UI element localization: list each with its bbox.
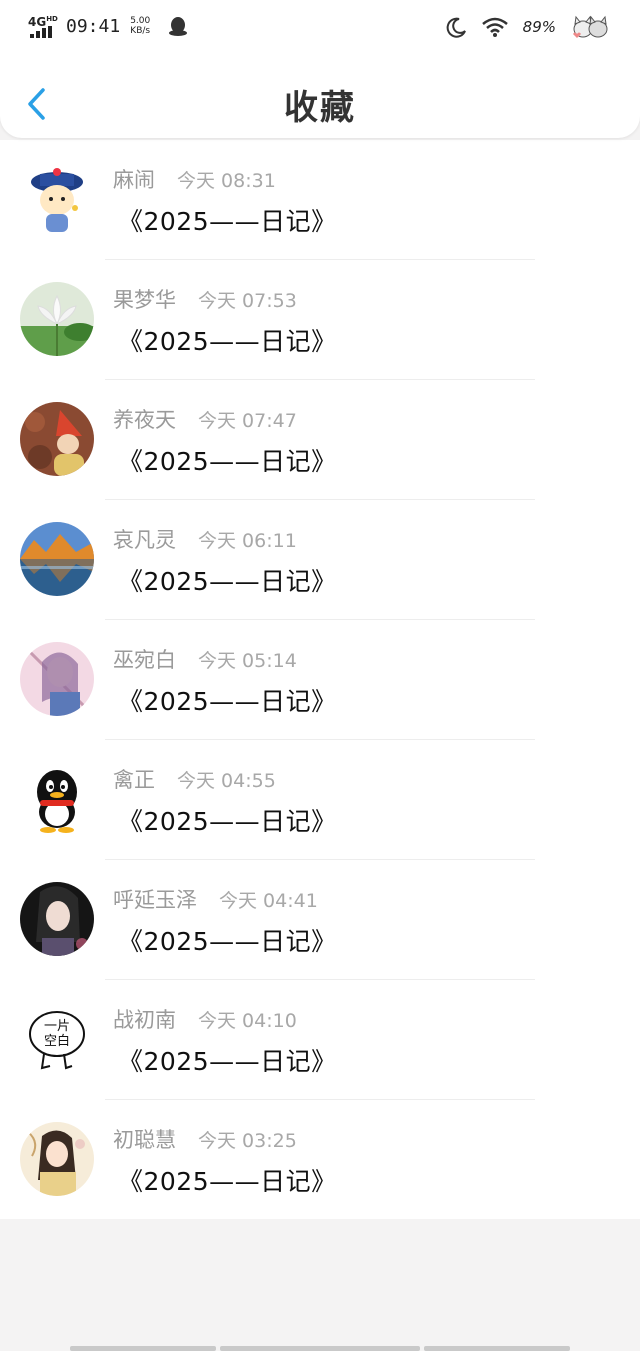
user-name: 麻闹 [113, 168, 155, 192]
cartoon-official-avatar[interactable] [20, 162, 94, 236]
user-name: 果梦华 [113, 288, 176, 312]
qq-penguin-avatar[interactable] [20, 762, 94, 836]
status-bar: 4GHD 09:41 5.00 KB/s 89% [0, 0, 640, 56]
user-name: 养夜天 [113, 408, 176, 432]
diary-title[interactable]: 《2025——日记》 [118, 442, 337, 478]
blank-sticker-avatar[interactable]: 一片 空白 [20, 1002, 94, 1076]
favorite-item[interactable]: 巫宛白 今天 05:14 《2025——日记》 [0, 620, 640, 740]
qq-notification-icon [169, 17, 188, 36]
user-name: 战初南 [113, 1008, 176, 1032]
nav-indicator [424, 1346, 570, 1351]
favorite-item[interactable]: 麻闹 今天 08:31 《2025——日记》 [0, 140, 640, 260]
favorite-item[interactable]: 初聪慧 今天 03:25 《2025——日记》 [0, 1100, 640, 1220]
favorite-time: 今天 07:47 [198, 410, 297, 432]
favorite-item[interactable]: 养夜天 今天 07:47 《2025——日记》 [0, 380, 640, 500]
svg-text:空白: 空白 [44, 1033, 70, 1049]
diary-title[interactable]: 《2025——日记》 [118, 1162, 337, 1198]
favorite-time: 今天 07:53 [198, 290, 297, 312]
woman-portrait-avatar[interactable] [20, 882, 94, 956]
user-name: 呼延玉泽 [113, 888, 197, 912]
favorite-time: 今天 04:10 [198, 1010, 297, 1032]
anime-girl-avatar[interactable] [20, 642, 94, 716]
favorite-time: 今天 08:31 [177, 170, 276, 192]
diary-title[interactable]: 《2025——日记》 [118, 802, 337, 838]
favorite-item[interactable]: 哀凡灵 今天 06:11 《2025——日记》 [0, 500, 640, 620]
svg-text:一片: 一片 [44, 1019, 70, 1034]
diary-title[interactable]: 《2025——日记》 [118, 682, 337, 718]
favorite-time: 今天 04:41 [219, 890, 318, 912]
child-autumn-avatar[interactable] [20, 402, 94, 476]
network-speed: 5.00 KB/s [130, 16, 151, 36]
favorite-item[interactable]: 果梦华 今天 07:53 《2025——日记》 [0, 260, 640, 380]
moon-icon [446, 17, 466, 38]
user-name: 禽正 [113, 768, 155, 792]
page-title: 收藏 [284, 88, 356, 128]
favorite-time: 今天 03:25 [198, 1130, 297, 1152]
lotus-avatar[interactable] [20, 282, 94, 356]
clock: 09:41 [66, 15, 121, 37]
favorite-time: 今天 06:11 [198, 530, 297, 552]
signal-icon: 4GHD [28, 12, 62, 40]
favorite-time: 今天 04:55 [177, 770, 276, 792]
battery-level: 89% [522, 18, 556, 36]
ancient-costume-avatar[interactable] [20, 1122, 94, 1196]
favorites-list: 麻闹 今天 08:31 《2025——日记》 果梦华 今天 07:53 《2025—… [0, 140, 640, 1219]
user-name: 哀凡灵 [113, 528, 176, 552]
favorite-item[interactable]: 呼延玉泽 今天 04:41 《2025——日记》 [0, 860, 640, 980]
cats-sticker-icon [573, 15, 608, 38]
diary-title[interactable]: 《2025——日记》 [118, 922, 337, 958]
nav-indicator [70, 1346, 216, 1351]
user-name: 巫宛白 [113, 648, 176, 672]
favorite-time: 今天 05:14 [198, 650, 297, 672]
favorite-item[interactable]: 一片 空白 战初南 今天 04:10 《2025——日记》 [0, 980, 640, 1100]
favorite-item[interactable]: 禽正 今天 04:55 《2025——日记》 [0, 740, 640, 860]
diary-title[interactable]: 《2025——日记》 [118, 1042, 337, 1078]
diary-title[interactable]: 《2025——日记》 [118, 562, 337, 598]
mountain-lake-avatar[interactable] [20, 522, 94, 596]
diary-title[interactable]: 《2025——日记》 [118, 202, 337, 238]
wifi-icon [481, 17, 508, 37]
user-name: 初聪慧 [113, 1128, 176, 1152]
nav-indicator [220, 1346, 420, 1351]
app-header: 4GHD 09:41 5.00 KB/s 89% 收藏 [0, 0, 640, 138]
diary-title[interactable]: 《2025——日记》 [118, 322, 337, 358]
